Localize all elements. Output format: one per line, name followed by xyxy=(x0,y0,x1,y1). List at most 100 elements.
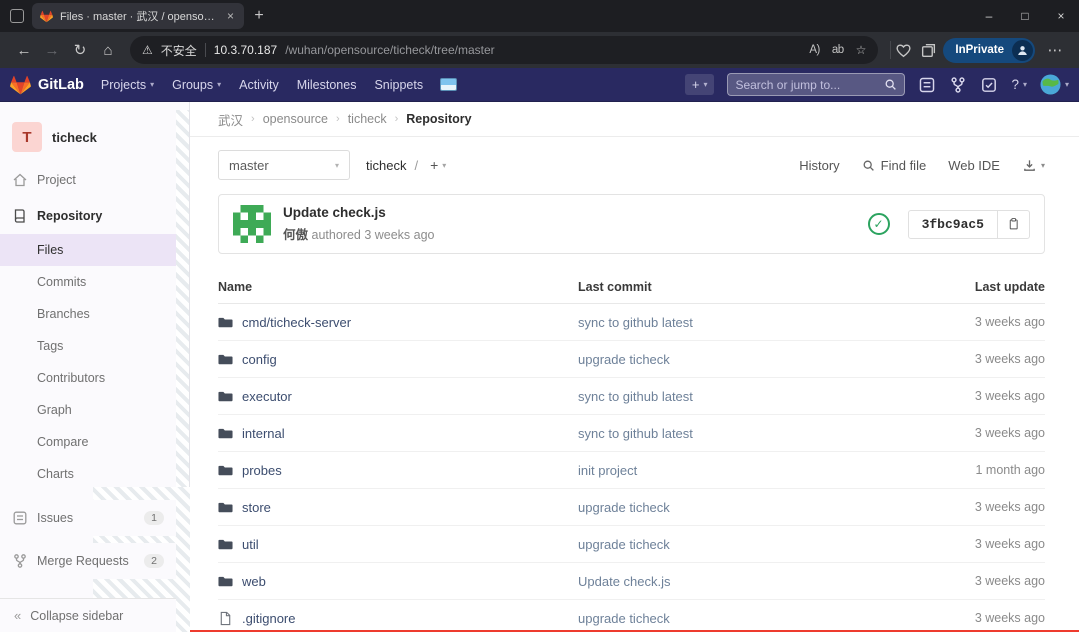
file-name-link[interactable]: cmd/ticheck-server xyxy=(242,315,351,330)
chevron-down-icon: ▾ xyxy=(1023,80,1027,89)
address-bar-actions: A) ab ☆ xyxy=(809,43,866,57)
add-file-button[interactable]: + ▾ xyxy=(430,157,446,173)
issues-icon xyxy=(12,510,28,526)
history-button[interactable]: History xyxy=(799,158,839,173)
todos-icon[interactable] xyxy=(980,76,998,94)
find-file-label: Find file xyxy=(881,158,927,173)
merge-requests-icon[interactable] xyxy=(949,76,967,94)
commit-message-link[interactable]: sync to github latest xyxy=(578,315,693,330)
nav-milestones[interactable]: Milestones xyxy=(288,68,366,102)
sub-item-label: Compare xyxy=(37,435,88,449)
project-header[interactable]: T ticheck xyxy=(0,112,189,162)
sidebar-item-repository[interactable]: Repository xyxy=(0,198,189,234)
branch-selector[interactable]: master ▾ xyxy=(218,150,350,180)
file-name-link[interactable]: probes xyxy=(242,463,282,478)
col-last-update: Last update xyxy=(895,280,1045,294)
refresh-button[interactable]: ↻ xyxy=(66,36,94,64)
gitlab-logo[interactable]: GitLab xyxy=(10,75,84,95)
file-name-link[interactable]: web xyxy=(242,574,266,589)
breadcrumb-project[interactable]: ticheck xyxy=(348,112,387,126)
user-menu[interactable]: ▾ xyxy=(1040,74,1069,95)
breadcrumb: 武汉 › opensource › ticheck › Repository xyxy=(190,102,1079,137)
file-name-link[interactable]: config xyxy=(242,352,277,367)
url-path: /wuhan/opensource/ticheck/tree/master xyxy=(285,43,494,57)
commit-message-link[interactable]: upgrade ticheck xyxy=(578,611,670,626)
sidebar-item-commits[interactable]: Commits xyxy=(0,266,176,298)
nav-activity[interactable]: Activity xyxy=(230,68,288,102)
file-name-link[interactable]: executor xyxy=(242,389,292,404)
issues-dashboard-icon[interactable] xyxy=(918,76,936,94)
global-search[interactable] xyxy=(727,73,905,96)
nav-label: Groups xyxy=(172,78,213,92)
commit-message-link[interactable]: upgrade ticheck xyxy=(578,537,670,552)
web-ide-button[interactable]: Web IDE xyxy=(948,158,1000,173)
nav-snippets[interactable]: Snippets xyxy=(365,68,432,102)
sidebar-item-merge-requests[interactable]: Merge Requests 2 xyxy=(0,543,176,579)
minimize-button[interactable]: – xyxy=(971,0,1007,32)
home-button[interactable]: ⌂ xyxy=(94,36,122,64)
copy-sha-button[interactable] xyxy=(998,210,1030,239)
nav-groups[interactable]: Groups ▾ xyxy=(163,68,230,102)
tab-close-icon[interactable]: × xyxy=(225,9,236,23)
file-tree-table: Name Last commit Last update cmd/ticheck… xyxy=(218,270,1045,632)
folder-icon xyxy=(218,537,233,552)
security-label[interactable]: 不安全 xyxy=(161,42,197,59)
translate-icon[interactable]: ab xyxy=(832,44,844,56)
commit-message-link[interactable]: sync to github latest xyxy=(578,389,693,404)
sidebar-item-branches[interactable]: Branches xyxy=(0,298,176,330)
close-button[interactable]: × xyxy=(1043,0,1079,32)
back-button[interactable]: ← xyxy=(10,36,38,64)
file-name-link[interactable]: store xyxy=(242,500,271,515)
last-update: 3 weeks ago xyxy=(895,500,1045,514)
commit-sha-group: 3fbc9ac5 xyxy=(908,210,1030,239)
file-icon xyxy=(218,611,233,626)
sidebar-item-charts[interactable]: Charts xyxy=(0,458,176,490)
commit-author-link[interactable]: 何傲 xyxy=(283,228,308,242)
help-menu[interactable]: ? ▾ xyxy=(1011,77,1027,92)
breadcrumb-subgroup[interactable]: opensource xyxy=(263,112,328,126)
path-project-link[interactable]: ticheck xyxy=(366,158,406,173)
sidebar-item-compare[interactable]: Compare xyxy=(0,426,176,458)
commit-message-link[interactable]: Update check.js xyxy=(578,574,671,589)
sidebar-item-graph[interactable]: Graph xyxy=(0,394,176,426)
download-source-button[interactable]: ▾ xyxy=(1022,158,1045,173)
file-name-link[interactable]: .gitignore xyxy=(242,611,295,626)
sidebar-item-tags[interactable]: Tags xyxy=(0,330,176,362)
maximize-button[interactable]: □ xyxy=(1007,0,1043,32)
commit-message-link[interactable]: upgrade ticheck xyxy=(578,352,670,367)
commit-title-link[interactable]: Update check.js xyxy=(283,205,435,220)
inprivate-label: InPrivate xyxy=(955,44,1004,56)
commit-message-link[interactable]: sync to github latest xyxy=(578,426,693,441)
find-file-button[interactable]: Find file xyxy=(862,158,927,173)
favorite-star-icon[interactable]: ☆ xyxy=(856,43,867,57)
table-row: internal sync to github latest 3 weeks a… xyxy=(218,415,1045,452)
commit-message-link[interactable]: init project xyxy=(578,463,637,478)
profile-avatar[interactable] xyxy=(1012,40,1033,61)
browser-tab[interactable]: Files · master · 武汉 / opensourc × xyxy=(32,3,244,29)
nav-projects[interactable]: Projects ▾ xyxy=(92,68,163,102)
sidebar-item-contributors[interactable]: Contributors xyxy=(0,362,176,394)
admin-area-icon[interactable] xyxy=(440,78,457,91)
address-bar[interactable]: ⚠ 不安全 10.3.70.187 /wuhan/opensource/tich… xyxy=(130,36,878,64)
inprivate-badge[interactable]: InPrivate xyxy=(943,38,1035,63)
browser-menu-icon[interactable]: ⋯ xyxy=(1041,41,1069,59)
sidebar-item-issues[interactable]: Issues 1 xyxy=(0,500,176,536)
breadcrumb-group[interactable]: 武汉 xyxy=(218,110,243,129)
table-row: probes init project 1 month ago xyxy=(218,452,1045,489)
commit-message-link[interactable]: upgrade ticheck xyxy=(578,500,670,515)
sidebar-item-project[interactable]: Project xyxy=(0,162,189,198)
breadcrumb-current[interactable]: Repository xyxy=(406,112,471,126)
search-input[interactable] xyxy=(735,78,878,92)
file-name-link[interactable]: internal xyxy=(242,426,285,441)
browser-essentials-icon[interactable] xyxy=(895,42,912,59)
new-tab-button[interactable]: + xyxy=(244,7,274,25)
chevron-down-icon: ▾ xyxy=(335,161,339,170)
tab-actions-icon[interactable] xyxy=(10,9,24,23)
pipeline-status-passed-icon[interactable]: ✓ xyxy=(868,213,890,235)
file-name-link[interactable]: util xyxy=(242,537,259,552)
collapse-sidebar-button[interactable]: « Collapse sidebar xyxy=(0,598,176,632)
new-menu-button[interactable]: + ▾ xyxy=(685,74,715,95)
collections-icon[interactable] xyxy=(920,42,937,59)
read-aloud-icon[interactable]: A) xyxy=(809,44,820,56)
sidebar-item-files[interactable]: Files xyxy=(0,234,176,266)
